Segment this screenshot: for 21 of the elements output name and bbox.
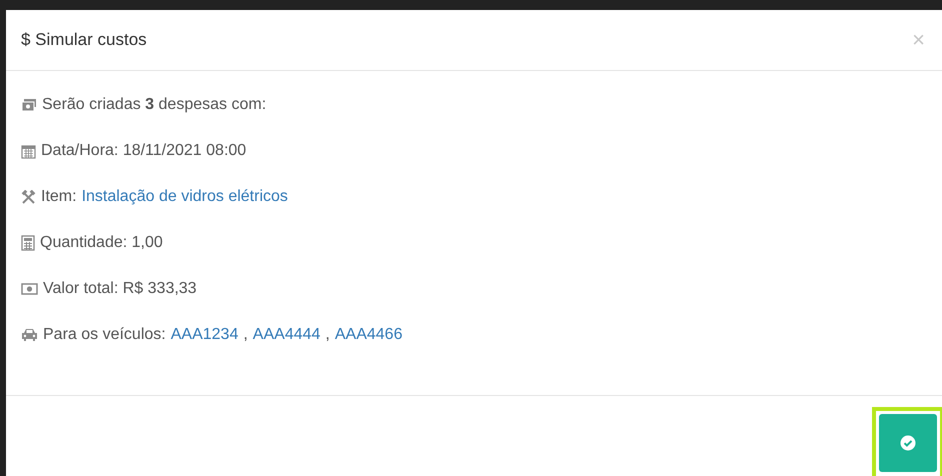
car-icon [21,328,38,342]
separator: , [325,325,330,345]
link[interactable]: AAA4466 [334,323,402,347]
money-icon [21,98,37,112]
link[interactable]: AAA4444 [252,323,320,347]
confirm-button[interactable] [879,414,937,472]
calendar-icon [21,144,36,158]
tools-icon [21,190,36,204]
info-text: Quantidade: 1,00 [40,233,163,253]
link[interactable]: Instalação de vidros elétricos [82,185,288,209]
calculator-icon [21,235,35,251]
check-circle-icon [900,435,916,451]
info-label: Item: [41,187,77,207]
banknote-icon [21,283,38,295]
info-label: Para os veículos: [43,325,166,345]
separator: , [243,325,248,345]
modal-title: $ Simular custos [21,29,147,52]
info-text: Data/Hora: 18/11/2021 08:00 [41,141,246,161]
info-text: Valor total: R$ 333,33 [43,279,197,299]
link[interactable]: AAA1234 [170,323,238,347]
info-text: Serão criadas 3 despesas com: [42,95,266,115]
